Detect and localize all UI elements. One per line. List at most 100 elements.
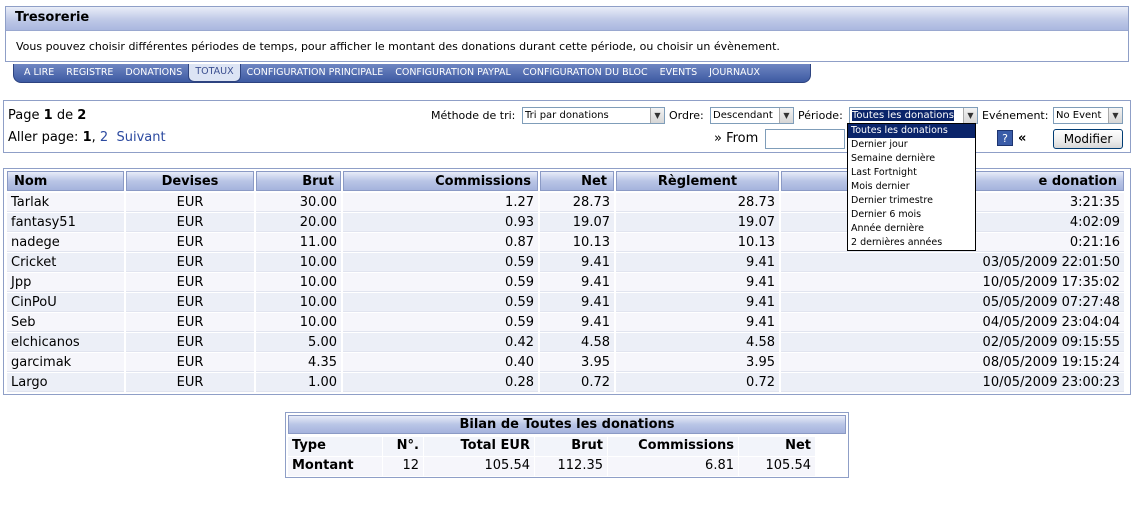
help-icon[interactable]: ?: [997, 130, 1013, 146]
period-option[interactable]: Dernier 6 mois: [848, 208, 975, 222]
table-cell: 0.72: [540, 373, 614, 392]
tab-configuration-paypal[interactable]: CONFIGURATION PAYPAL: [389, 65, 517, 82]
column-header[interactable]: Nom: [7, 171, 124, 191]
column-header[interactable]: Règlement: [616, 171, 779, 191]
event-select[interactable]: No Event ▼: [1053, 107, 1123, 124]
period-option[interactable]: Last Fortnight: [848, 166, 975, 180]
table-cell: 10.00: [256, 253, 341, 272]
table-cell: EUR: [126, 293, 254, 312]
table-cell: EUR: [126, 233, 254, 252]
table-cell: Cricket: [7, 253, 124, 272]
summary-value-cell: 6.81: [608, 457, 738, 476]
period-option[interactable]: Dernier jour: [848, 138, 975, 152]
table-row: elchicanos EUR 5.00 0.42 4.58 4.58 02/05/2009 …: [7, 333, 1127, 353]
summary-value-row: Montant 12 105.54 112.35 6.81 105.54: [288, 457, 846, 476]
table-cell: 08/05/2009 19:15:24: [781, 353, 1124, 372]
period-option[interactable]: 2 dernières années: [848, 236, 975, 250]
column-header[interactable]: Commissions: [343, 171, 538, 191]
sort-select[interactable]: Tri par donations ▼: [522, 107, 665, 124]
table-cell: 9.41: [616, 273, 779, 292]
column-header[interactable]: Net: [540, 171, 614, 191]
summary-header-cell: Total EUR: [424, 437, 534, 456]
period-value: Toutes les donations: [852, 110, 954, 121]
tresorerie-panel: Tresorerie Vous pouvez choisir différent…: [5, 6, 1129, 62]
summary-header-cell: Type: [288, 437, 382, 456]
table-row: garcimak EUR 4.35 0.40 3.95 3.95 08/05/2009 19…: [7, 353, 1127, 373]
table-cell: 28.73: [540, 193, 614, 212]
page-indicator: Page 1 de 2: [8, 108, 86, 123]
tab-journaux[interactable]: JOURNAUX: [703, 65, 766, 82]
page-description: Vous pouvez choisir différentes périodes…: [16, 40, 780, 53]
tab-configuration-principale[interactable]: CONFIGURATION PRINCIPALE: [241, 65, 390, 82]
column-header[interactable]: Brut: [256, 171, 341, 191]
from-label: » From: [714, 131, 759, 146]
period-select[interactable]: Toutes les donations ▼: [849, 107, 978, 124]
table-cell: 10.00: [256, 293, 341, 312]
table-cell: EUR: [126, 213, 254, 232]
table-cell: elchicanos: [7, 333, 124, 352]
table-cell: 1.00: [256, 373, 341, 392]
summary-title: Bilan de Toutes les donations: [288, 415, 846, 434]
current-page: 1: [43, 108, 53, 123]
table-cell: 0.42: [343, 333, 538, 352]
table-cell: 0.28: [343, 373, 538, 392]
table-cell: EUR: [126, 353, 254, 372]
table-cell: 3.95: [540, 353, 614, 372]
tab-registre[interactable]: REGISTRE: [60, 65, 119, 82]
table-cell: 9.41: [540, 293, 614, 312]
period-option[interactable]: Année dernière: [848, 222, 975, 236]
summary-value-cell: 12: [383, 457, 423, 476]
summary-value-cell: Montant: [288, 457, 382, 476]
table-cell: 02/05/2009 09:15:55: [781, 333, 1124, 352]
next-page-link[interactable]: Suivant: [116, 130, 165, 145]
event-value: No Event: [1056, 110, 1102, 121]
table-cell: CinPoU: [7, 293, 124, 312]
table-cell: 4.35: [256, 353, 341, 372]
table-cell: 0.59: [343, 253, 538, 272]
period-option[interactable]: Semaine dernière: [848, 152, 975, 166]
summary-header-cell: Commissions: [608, 437, 738, 456]
event-label: Evénement:: [982, 109, 1049, 122]
tab-bar: A LIRE REGISTRE DONATIONS TOTAUX CONFIGU…: [13, 64, 811, 83]
column-header[interactable]: Devises: [126, 171, 254, 191]
period-option[interactable]: Mois dernier: [848, 180, 975, 194]
summary-header-cell: N°.: [383, 437, 423, 456]
order-select[interactable]: Descendant ▼: [710, 107, 794, 124]
page-title: Tresorerie: [6, 7, 1128, 31]
summary-value-cell: 105.54: [739, 457, 815, 476]
chevron-down-icon: ▼: [650, 108, 664, 123]
page-link-2[interactable]: 2: [100, 130, 108, 145]
modify-button[interactable]: Modifier: [1053, 129, 1123, 149]
table-cell: Tarlak: [7, 193, 124, 212]
order-label: Ordre:: [669, 109, 704, 122]
page-link-1: 1: [82, 130, 92, 145]
tab-configuration-bloc[interactable]: CONFIGURATION DU BLOC: [517, 65, 654, 82]
period-option[interactable]: Toutes les donations: [848, 124, 975, 138]
period-dropdown-list[interactable]: Toutes les donations Dernier jour Semain…: [847, 123, 976, 251]
table-cell: nadege: [7, 233, 124, 252]
table-cell: 05/05/2009 07:27:48: [781, 293, 1124, 312]
summary-header-cell: Net: [739, 437, 815, 456]
period-option[interactable]: Dernier trimestre: [848, 194, 975, 208]
table-cell: EUR: [126, 373, 254, 392]
total-pages: 2: [77, 108, 87, 123]
table-cell: 20.00: [256, 213, 341, 232]
laquo-label: «: [1018, 131, 1027, 146]
page-prefix: Page: [8, 108, 40, 123]
tab-a-lire[interactable]: A LIRE: [18, 65, 60, 82]
table-cell: garcimak: [7, 353, 124, 372]
table-row: Cricket EUR 10.00 0.59 9.41 9.41 03/05/2009 22…: [7, 253, 1127, 273]
table-row: Seb EUR 10.00 0.59 9.41 9.41 04/05/2009 23:04:…: [7, 313, 1127, 333]
page-of: de: [56, 108, 74, 123]
tab-totaux[interactable]: TOTAUX: [188, 64, 241, 82]
table-cell: 0.59: [343, 293, 538, 312]
tab-donations[interactable]: DONATIONS: [119, 65, 188, 82]
table-cell: 10.00: [256, 313, 341, 332]
table-cell: 4.58: [616, 333, 779, 352]
table-cell: 11.00: [256, 233, 341, 252]
table-cell: 3.95: [616, 353, 779, 372]
table-cell: EUR: [126, 313, 254, 332]
from-date-input[interactable]: [765, 129, 845, 149]
tab-events[interactable]: EVENTS: [654, 65, 703, 82]
order-value: Descendant: [713, 110, 773, 121]
